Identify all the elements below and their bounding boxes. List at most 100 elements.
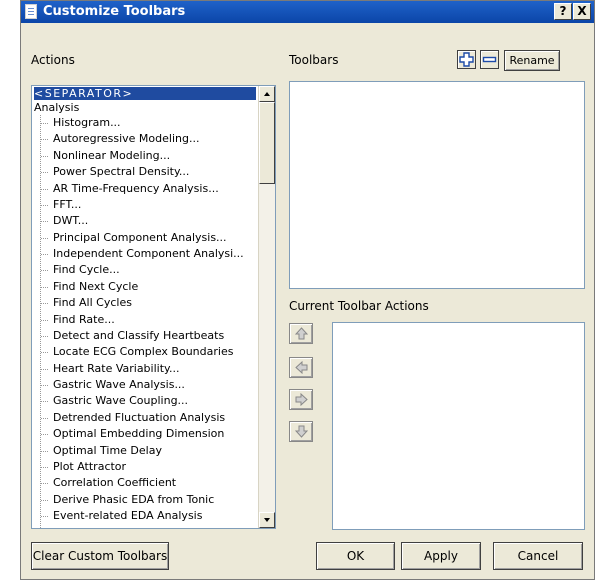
list-item[interactable]: Find All Cycles <box>32 295 244 311</box>
tree-connector <box>41 516 48 517</box>
list-item[interactable]: Detect and Classify Heartbeats <box>32 328 244 344</box>
list-item[interactable]: FFT... <box>32 197 244 213</box>
list-item[interactable]: Optimal Embedding Dimension <box>32 426 244 442</box>
arrow-up-icon <box>264 92 270 96</box>
list-item-label: DWT... <box>53 214 89 228</box>
list-item[interactable]: Histogram... <box>32 115 244 131</box>
move-down-button[interactable] <box>289 421 313 442</box>
list-item-label: Independent Component Analysi... <box>53 247 244 260</box>
add-toolbar-button[interactable] <box>457 50 476 69</box>
list-item-label: Detrended Fluctuation Analysis <box>53 410 226 424</box>
list-item[interactable]: Find Rate... <box>32 312 244 328</box>
minus-icon <box>482 56 497 63</box>
separator-item[interactable]: <SEPARATOR> <box>34 87 256 100</box>
rename-button[interactable]: Rename <box>504 50 560 71</box>
actions-label: Actions <box>31 53 75 67</box>
arrow-left-icon <box>295 361 308 374</box>
tree-connector <box>41 352 48 354</box>
list-item-label: Autoregressive Modeling... <box>53 132 200 146</box>
list-item-label: Histogram... <box>53 116 121 129</box>
list-item-label: FFT... <box>53 197 82 211</box>
list-item[interactable]: Independent Component Analysi... <box>32 246 244 262</box>
list-item-label: Principal Component Analysis... <box>53 230 227 244</box>
tree-connector <box>41 155 48 157</box>
list-item[interactable]: Nonlinear Modeling... <box>32 148 244 164</box>
list-item[interactable]: Find Cycle... <box>32 262 244 278</box>
list-item-label: Locate ECG Complex Boundaries <box>53 345 234 359</box>
scroll-thumb[interactable] <box>259 102 275 184</box>
plus-icon <box>459 52 474 67</box>
analysis-children: Histogram... Autoregressive Modeling... No… <box>32 115 244 524</box>
tree-connector <box>41 188 48 190</box>
tree-group-analysis[interactable]: Analysis <box>34 100 79 116</box>
list-item-label: Find Cycle... <box>53 263 120 277</box>
list-item-label: AR Time-Frequency Analysis... <box>53 181 219 195</box>
close-button[interactable]: X <box>573 3 591 20</box>
scroll-up-button[interactable] <box>259 86 275 102</box>
tree-connector <box>41 368 48 370</box>
tree-connector <box>41 434 48 436</box>
move-right-button[interactable] <box>289 389 313 410</box>
customize-toolbars-dialog: Customize Toolbars ? X Actions <SEPARATO… <box>20 0 595 580</box>
list-item-label: Derive Phasic EDA from Tonic <box>53 492 215 506</box>
arrow-right-icon <box>295 393 308 406</box>
list-item[interactable]: Event-related EDA Analysis <box>32 508 244 524</box>
actions-list[interactable]: <SEPARATOR> Analysis Histogram... Autoreg… <box>31 85 276 529</box>
list-item-label: Optimal Time Delay <box>53 443 162 457</box>
list-item[interactable]: Optimal Time Delay <box>32 443 244 459</box>
list-item-label: Correlation Coefficient <box>53 476 177 490</box>
list-item-label: Heart Rate Variability... <box>53 361 180 375</box>
window-title: Customize Toolbars <box>43 4 186 19</box>
remove-toolbar-button[interactable] <box>480 50 499 69</box>
move-left-button[interactable] <box>289 357 313 378</box>
clear-custom-toolbars-button[interactable]: Clear Custom Toolbars <box>31 542 169 570</box>
list-item[interactable]: Heart Rate Variability... <box>32 361 244 377</box>
title-bar: Customize Toolbars ? X <box>21 1 594 23</box>
tree-connector <box>41 221 48 223</box>
tree-connector <box>41 270 48 272</box>
list-item[interactable]: Find Next Cycle <box>32 279 244 295</box>
tree-connector <box>41 172 48 174</box>
tree-connector <box>41 286 48 288</box>
list-item-label: Plot Attractor <box>53 459 127 473</box>
tree-connector <box>41 450 48 452</box>
list-item[interactable]: Gastric Wave Analysis... <box>32 377 244 393</box>
tree-connector <box>41 319 48 321</box>
tree-connector <box>41 254 48 255</box>
list-item-label: Gastric Wave Analysis... <box>53 378 185 391</box>
help-button[interactable]: ? <box>554 3 572 20</box>
tree-connector <box>41 483 48 485</box>
tree-connector <box>41 204 48 206</box>
list-item[interactable]: Principal Component Analysis... <box>32 230 244 246</box>
scroll-down-button[interactable] <box>259 512 275 528</box>
tree-connector <box>41 237 48 239</box>
list-item[interactable]: Correlation Coefficient <box>32 475 244 491</box>
tree-connector <box>41 417 48 419</box>
list-item[interactable]: Power Spectral Density... <box>32 164 244 180</box>
list-item-label: Find Next Cycle <box>53 279 139 293</box>
ok-button[interactable]: OK <box>316 542 395 570</box>
list-item[interactable]: Gastric Wave Coupling... <box>32 393 244 409</box>
list-item[interactable]: DWT... <box>32 213 244 229</box>
cancel-button[interactable]: Cancel <box>493 542 583 570</box>
tree-connector <box>41 123 48 124</box>
list-item-label: Find Rate... <box>53 312 115 326</box>
tree-connector <box>41 335 48 337</box>
toolbars-label: Toolbars <box>289 53 339 67</box>
tree-connector <box>41 401 48 403</box>
list-item[interactable]: Locate ECG Complex Boundaries <box>32 344 244 360</box>
move-up-button[interactable] <box>289 323 313 344</box>
list-item[interactable]: Autoregressive Modeling... <box>32 131 244 147</box>
apply-button[interactable]: Apply <box>401 542 481 570</box>
tree-connector <box>41 303 48 305</box>
list-item-label: Gastric Wave Coupling... <box>53 394 189 408</box>
toolbars-list[interactable] <box>289 81 585 289</box>
actions-scrollbar[interactable] <box>258 86 275 528</box>
list-item[interactable]: Plot Attractor <box>32 459 244 475</box>
arrow-down-icon <box>264 518 270 522</box>
list-item[interactable]: Derive Phasic EDA from Tonic <box>32 492 244 508</box>
list-item[interactable]: AR Time-Frequency Analysis... <box>32 181 244 197</box>
list-item-label: Nonlinear Modeling... <box>53 148 171 162</box>
list-item[interactable]: Detrended Fluctuation Analysis <box>32 410 244 426</box>
current-toolbar-actions-list[interactable] <box>332 322 585 530</box>
